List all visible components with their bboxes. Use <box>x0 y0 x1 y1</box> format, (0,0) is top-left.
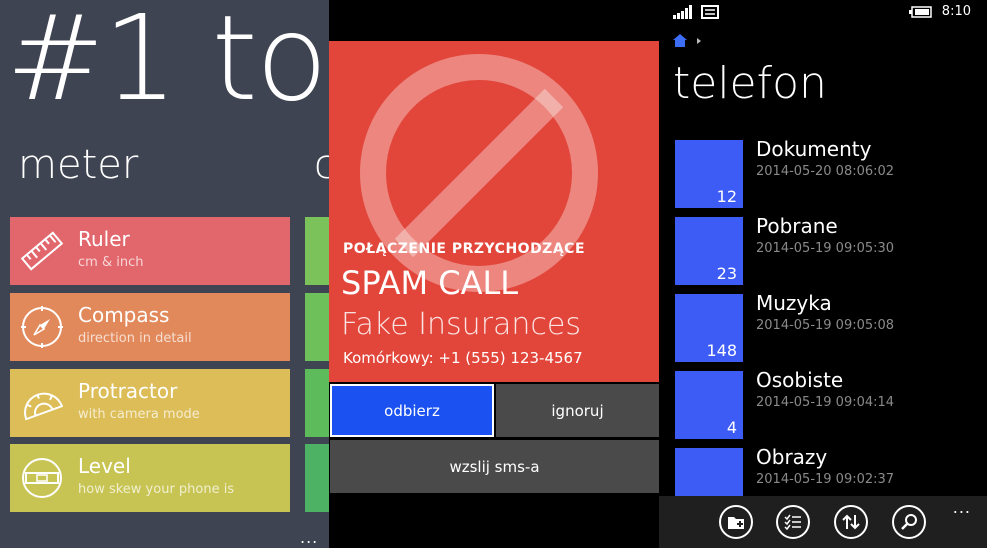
caller-name: SPAM CALL <box>341 264 519 302</box>
tile-partial[interactable] <box>305 217 329 285</box>
app-title: #1 toolk <box>6 0 329 127</box>
home-icon[interactable] <box>673 34 703 48</box>
item-name: Osobiste <box>756 368 844 392</box>
compass-icon <box>21 306 63 348</box>
answer-button[interactable]: odbierz <box>330 384 494 437</box>
tile-title: Compass <box>78 303 170 327</box>
new-folder-glyph <box>728 517 744 529</box>
ignore-button[interactable]: ignoruj <box>496 384 659 437</box>
more-button[interactable]: ... <box>953 498 971 517</box>
list-item[interactable]: 4 Osobiste 2014-05-19 09:04:14 <box>675 368 975 441</box>
folder-tile: 148 <box>675 294 743 362</box>
more-button[interactable]: ... <box>300 528 318 547</box>
protractor-icon <box>24 392 64 421</box>
list-item[interactable]: 23 Pobrane 2014-05-19 09:05:30 <box>675 214 975 287</box>
tile-subtitle: how skew your phone is <box>78 482 235 497</box>
item-name: Obrazy <box>756 445 828 469</box>
list-item[interactable]: 148 Muzyka 2014-05-19 09:05:08 <box>675 291 975 364</box>
item-name: Pobrane <box>756 214 838 238</box>
item-count: 23 <box>716 264 737 283</box>
message-icon <box>701 5 719 19</box>
folder-tile: 23 <box>675 217 743 285</box>
item-count: 12 <box>716 187 737 206</box>
caller-subtitle: Fake Insurances <box>341 307 581 342</box>
item-date: 2014-05-19 09:05:08 <box>756 318 895 333</box>
section-title: meter <box>18 142 139 188</box>
item-count: 4 <box>726 418 737 437</box>
search-glyph <box>901 514 917 530</box>
battery-icon <box>909 6 932 18</box>
incoming-call-screen: POŁĄCZENIE PRZYCHODZĄCE SPAM CALL Fake I… <box>329 0 659 548</box>
file-browser: 8:10 telefon 12 Dokumenty 2014-05-20 08:… <box>659 0 987 548</box>
tile-compass[interactable]: Compass direction in detail <box>10 293 290 361</box>
app-bar: ... <box>659 496 987 548</box>
item-date: 2014-05-19 09:02:37 <box>756 472 895 487</box>
tile-ruler[interactable]: Ruler cm & inch <box>10 217 290 285</box>
tile-partial[interactable] <box>305 369 329 437</box>
status-bar: 8:10 <box>659 0 987 24</box>
send-sms-button[interactable]: wzslij sms-a <box>330 440 659 493</box>
tile-partial[interactable] <box>305 293 329 361</box>
ruler-icon <box>20 231 64 271</box>
incoming-call-label: POŁĄCZENIE PRZYCHODZĄCE <box>343 241 586 257</box>
tile-subtitle: direction in detail <box>78 331 192 346</box>
page-title: telefon <box>673 58 827 109</box>
folder-tile: 4 <box>675 371 743 439</box>
signal-icon <box>673 5 692 19</box>
item-name: Muzyka <box>756 291 832 315</box>
tile-subtitle: cm & inch <box>78 255 144 270</box>
item-date: 2014-05-20 08:06:02 <box>756 164 895 179</box>
next-section-title: c <box>314 142 329 188</box>
breadcrumb <box>673 34 703 52</box>
list-item[interactable]: 12 Dokumenty 2014-05-20 08:06:02 <box>675 137 975 210</box>
tile-level[interactable]: Level how skew your phone is <box>10 444 290 512</box>
new-folder-icon[interactable] <box>719 505 753 539</box>
tile-title: Protractor <box>78 379 178 403</box>
checklist-glyph <box>784 514 801 530</box>
item-date: 2014-05-19 09:05:30 <box>756 241 895 256</box>
select-icon[interactable] <box>776 505 810 539</box>
item-date: 2014-05-19 09:04:14 <box>756 395 895 410</box>
sort-glyph <box>842 514 860 530</box>
item-name: Dokumenty <box>756 137 872 161</box>
tile-partial[interactable] <box>305 444 329 512</box>
clock: 8:10 <box>941 4 971 19</box>
caller-number: Komórkowy: +1 (555) 123-4567 <box>343 349 583 367</box>
toolkit-app: #1 toolk meter c Ruler cm & inch Compass… <box>0 0 329 548</box>
level-icon <box>22 458 62 498</box>
item-count: 148 <box>706 341 737 360</box>
caller-card: POŁĄCZENIE PRZYCHODZĄCE SPAM CALL Fake I… <box>329 41 659 382</box>
sort-icon[interactable] <box>834 505 868 539</box>
tile-subtitle: with camera mode <box>78 407 200 422</box>
tile-title: Ruler <box>78 227 130 251</box>
tile-protractor[interactable]: Protractor with camera mode <box>10 369 290 437</box>
tile-title: Level <box>78 454 131 478</box>
search-icon[interactable] <box>892 505 926 539</box>
folder-tile: 12 <box>675 140 743 208</box>
